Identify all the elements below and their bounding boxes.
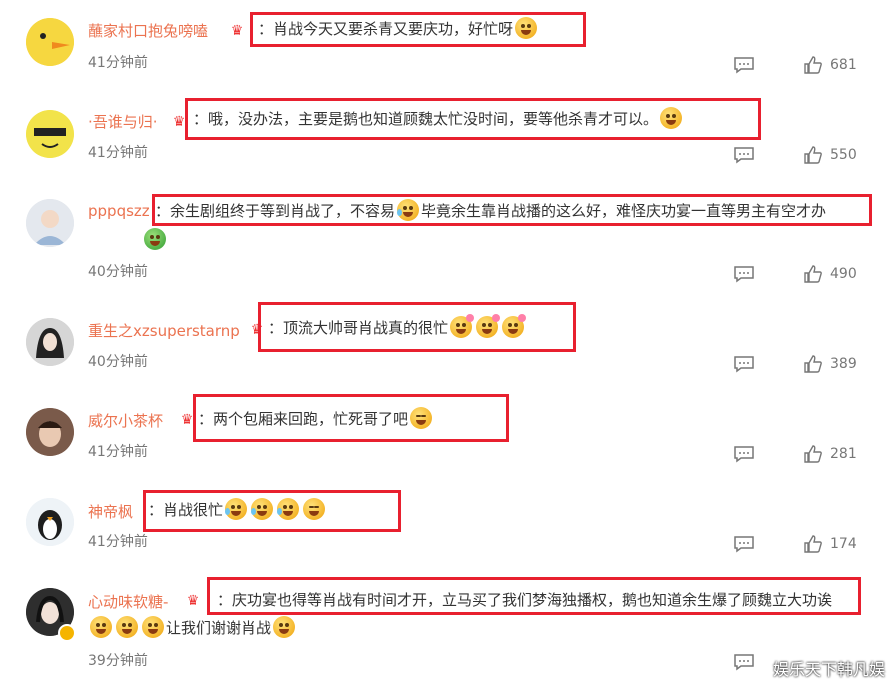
comment-icon[interactable] — [733, 355, 755, 373]
username[interactable]: 威尔小茶杯 — [88, 410, 163, 431]
laugh-emoji-icon — [303, 498, 326, 520]
avatar[interactable] — [26, 110, 74, 158]
verified-badge-icon — [58, 624, 76, 642]
like-icon[interactable] — [803, 55, 823, 75]
like-icon[interactable] — [803, 145, 823, 165]
comment-text: ：哦，没办法，主要是鹅也知道顾魏太忙没时间，要等他杀青才可以。 — [193, 105, 684, 134]
username[interactable]: 蘸家村口抱兔嗙嗑 — [88, 20, 208, 41]
party-emoji-icon — [90, 616, 112, 638]
avatar[interactable] — [26, 498, 74, 546]
avatar[interactable] — [26, 18, 74, 66]
like-icon[interactable] — [803, 534, 823, 554]
comment-text-line2: 让我们谢谢肖战 — [88, 614, 297, 643]
comment-icon[interactable] — [733, 653, 755, 671]
comment-icon[interactable] — [733, 265, 755, 283]
like-count: 550 — [830, 147, 857, 163]
like-count: 389 — [830, 356, 857, 372]
timestamp: 40分钟前 — [88, 264, 148, 280]
crown-badge-icon: ♛ — [230, 23, 244, 39]
username[interactable]: ·吾谁与归· — [88, 111, 158, 132]
like-count: 281 — [830, 446, 857, 462]
avatar[interactable] — [26, 408, 74, 456]
timestamp: 41分钟前 — [88, 444, 148, 460]
timestamp: 39分钟前 — [88, 653, 148, 669]
timestamp: 41分钟前 — [88, 55, 148, 71]
frog-emoji-icon — [144, 228, 166, 250]
username[interactable]: 心动味软糖- — [88, 591, 168, 612]
party-emoji-icon — [142, 616, 164, 638]
avatar[interactable] — [26, 318, 74, 366]
username[interactable]: 重生之xzsuperstarnp — [88, 320, 240, 341]
comment-text: ：两个包厢来回跑，忙死哥了吧 — [198, 405, 434, 434]
like-icon[interactable] — [803, 444, 823, 464]
comment-text: ：肖战今天又要杀青又要庆功，好忙呀 — [258, 15, 539, 44]
like-count: 490 — [830, 266, 857, 282]
avatar[interactable] — [26, 199, 74, 247]
party-emoji-icon — [116, 616, 138, 638]
flower-emoji-icon — [450, 314, 475, 338]
comment-icon[interactable] — [733, 445, 755, 463]
flower-emoji-icon — [476, 314, 501, 338]
cry-laugh-emoji-icon — [397, 199, 420, 221]
watermark: 娱乐天下韩凡娱 — [772, 660, 885, 679]
like-icon[interactable] — [803, 354, 823, 374]
comment-icon[interactable] — [733, 56, 755, 74]
cry-laugh-emoji-icon — [251, 498, 274, 520]
laugh-emoji-icon — [410, 407, 433, 429]
like-count: 174 — [830, 536, 857, 552]
timestamp: 41分钟前 — [88, 145, 148, 161]
cry-laugh-emoji-icon — [277, 498, 300, 520]
username[interactable]: 神帝枫 — [88, 501, 133, 522]
cry-laugh-emoji-icon — [225, 498, 248, 520]
crown-badge-icon: ♛ — [186, 593, 200, 609]
comment-text: ：肖战很忙 — [148, 496, 327, 525]
like-count: 681 — [830, 57, 857, 73]
flower-emoji-icon — [502, 314, 527, 338]
comment-text: ：顶流大帅哥肖战真的很忙 — [268, 314, 527, 343]
comment-text: ：庆功宴也得等肖战有时间才开，立马买了我们梦海独播权，鹅也知道余生爆了顾魏立大功… — [217, 591, 833, 609]
username[interactable]: pppqszz — [88, 202, 150, 220]
timestamp: 40分钟前 — [88, 354, 148, 370]
comment-icon[interactable] — [733, 535, 755, 553]
like-icon[interactable] — [803, 264, 823, 284]
blush-emoji-icon — [515, 17, 538, 39]
kiss-emoji-icon — [660, 107, 683, 129]
party-emoji-icon — [273, 616, 296, 638]
comment-icon[interactable] — [733, 146, 755, 164]
comment-text: ：余生剧组终于等到肖战了，不容易 毕竟余生靠肖战播的这么好，难怪庆功宴一直等男主有… — [155, 197, 826, 226]
timestamp: 41分钟前 — [88, 534, 148, 550]
